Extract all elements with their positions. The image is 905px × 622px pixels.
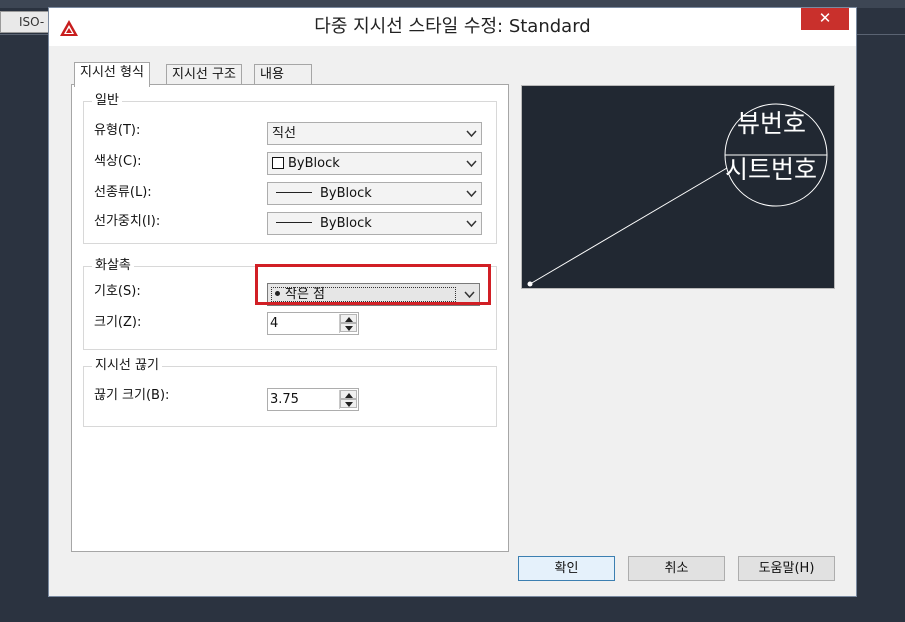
leader-format-panel: 일반 유형(T): 직선 색상(C): ByBlock 선종류(L): ByBl… (71, 84, 509, 552)
arrow-up-icon (345, 317, 353, 322)
preview-pane: 뷰번호 시트번호 (521, 85, 835, 289)
tab-leader-structure[interactable]: 지시선 구조 (166, 64, 242, 86)
linetype-label: 선종류(L): (94, 185, 152, 200)
color-swatch-icon (272, 157, 284, 169)
spin-up-button[interactable] (340, 390, 357, 399)
close-button[interactable]: ✕ (801, 8, 849, 30)
break-size-label: 끊기 크기(B): (94, 388, 170, 403)
spin-down-button[interactable] (340, 323, 357, 332)
lineweight-value: ByBlock (320, 216, 372, 231)
size-label: 크기(Z): (94, 315, 142, 330)
linetype-value: ByBlock (320, 186, 372, 201)
preview-view-number: 뷰번호 (737, 109, 807, 138)
arrowhead-size-value: 4 (270, 316, 279, 331)
spin-down-button[interactable] (340, 399, 357, 408)
symbol-label: 기호(S): (94, 284, 141, 299)
lineweight-select[interactable]: ByBlock (267, 212, 482, 235)
ok-button[interactable]: 확인 (518, 556, 615, 581)
multileader-style-dialog: 다중 지시선 스타일 수정: Standard ✕ 지시선 형식 지시선 구조 … (48, 7, 857, 597)
help-button[interactable]: 도움말(H) (738, 556, 835, 581)
arrow-up-icon (345, 393, 353, 398)
tab-leader-format[interactable]: 지시선 형식 (74, 62, 150, 87)
general-group: 일반 유형(T): 직선 색상(C): ByBlock 선종류(L): ByBl… (83, 93, 497, 244)
type-label: 유형(T): (94, 123, 141, 138)
line-sample-icon (276, 222, 312, 223)
chevron-down-icon (466, 160, 477, 168)
general-group-title: 일반 (92, 93, 122, 109)
type-value: 직선 (272, 126, 296, 141)
line-sample-icon (276, 192, 312, 193)
color-select[interactable]: ByBlock (267, 152, 482, 175)
lineweight-label: 선가중치(I): (94, 214, 161, 229)
preview-sheet-number: 시트번호 (725, 155, 818, 184)
break-size-value: 3.75 (270, 392, 299, 407)
background-divider (857, 34, 905, 35)
chevron-down-icon (466, 220, 477, 228)
chevron-down-icon (466, 130, 477, 138)
background-divider (0, 34, 48, 35)
arrowhead-group-title: 화살촉 (92, 258, 134, 274)
leader-break-group: 지시선 끊기 끊기 크기(B): 3.75 (83, 358, 497, 427)
color-label: 색상(C): (94, 154, 142, 169)
annotation-highlight-box (255, 264, 491, 305)
break-size-spinner[interactable]: 3.75 (267, 388, 359, 411)
dialog-title: 다중 지시선 스타일 수정: Standard (314, 16, 591, 37)
arrow-down-icon (345, 402, 353, 407)
cancel-button[interactable]: 취소 (628, 556, 725, 581)
type-select[interactable]: 직선 (267, 122, 482, 145)
linetype-select[interactable]: ByBlock (267, 182, 482, 205)
leader-break-group-title: 지시선 끊기 (92, 358, 162, 374)
arrow-down-icon (345, 326, 353, 331)
color-value: ByBlock (288, 156, 340, 171)
tab-content[interactable]: 내용 (254, 64, 312, 86)
arrowhead-size-spinner[interactable]: 4 (267, 312, 359, 335)
spin-up-button[interactable] (340, 314, 357, 323)
title-bar[interactable]: 다중 지시선 스타일 수정: Standard ✕ (49, 8, 856, 46)
chevron-down-icon (466, 190, 477, 198)
background-document-tab[interactable]: ISO- (0, 11, 52, 33)
